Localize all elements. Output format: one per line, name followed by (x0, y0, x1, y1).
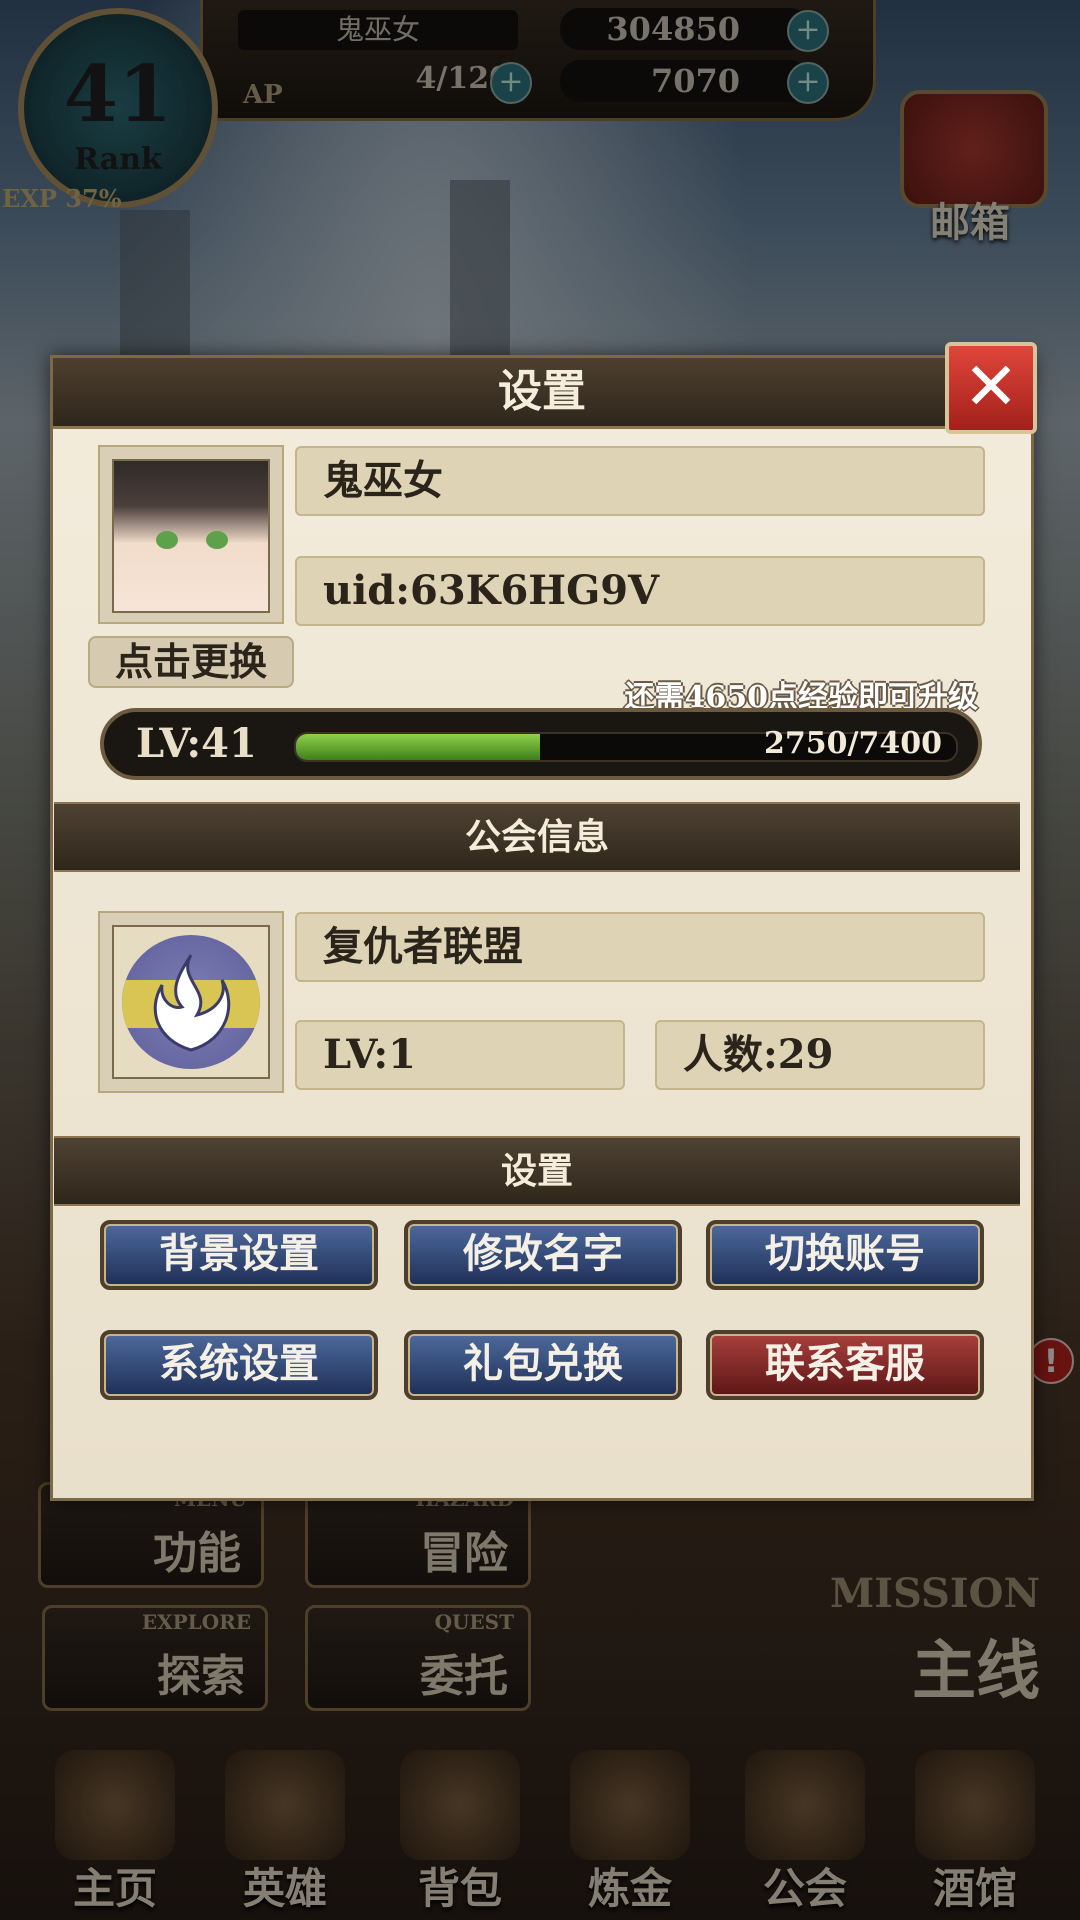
avatar[interactable] (98, 445, 284, 624)
background-settings-button[interactable]: 背景设置 (100, 1220, 378, 1290)
rename-button[interactable]: 修改名字 (404, 1220, 682, 1290)
dialog-title: 设置 (498, 366, 586, 417)
switch-account-button[interactable]: 切换账号 (706, 1220, 984, 1290)
player-level: LV:41 (136, 720, 257, 767)
guild-section-title: 公会信息 (54, 802, 1020, 872)
contact-support-button[interactable]: 联系客服 (706, 1330, 984, 1400)
guild-name-field: 复仇者联盟 (295, 912, 985, 982)
level-progress-bar: LV:41 2750/7400 (100, 708, 982, 780)
guild-level-field: LV:1 (295, 1020, 625, 1090)
guild-emblem-icon (122, 935, 260, 1069)
close-button[interactable]: ✕ (945, 342, 1037, 434)
uid-field: uid:63K6HG9V (295, 556, 985, 626)
exp-fill (296, 734, 541, 760)
change-avatar-button[interactable]: 点击更换 (88, 636, 294, 688)
gift-redeem-button[interactable]: 礼包兑换 (404, 1330, 682, 1400)
settings-section-title: 设置 (54, 1136, 1020, 1206)
exp-value: 2750/7400 (764, 726, 942, 761)
guild-members-field: 人数:29 (655, 1020, 985, 1090)
guild-emblem (98, 911, 284, 1093)
system-settings-button[interactable]: 系统设置 (100, 1330, 378, 1400)
avatar-portrait (112, 459, 270, 613)
dialog-header: 设置 (53, 358, 1031, 429)
player-name-field: 鬼巫女 (295, 446, 985, 516)
flame-icon (153, 954, 231, 1052)
